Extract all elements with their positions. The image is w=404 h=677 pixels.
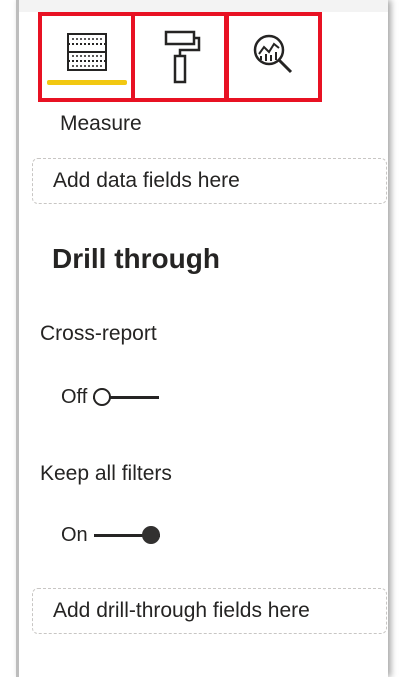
drill-through-heading: Drill through: [52, 243, 220, 274]
cross-report-label: Cross-report: [40, 322, 157, 345]
toggle-knob: [141, 526, 160, 544]
keep-all-filters-label: Keep all filters: [40, 462, 172, 485]
tab-format[interactable]: [131, 12, 228, 102]
data-fields-dropzone[interactable]: Add data fields here: [32, 158, 387, 204]
tab-analytics[interactable]: [225, 12, 322, 102]
tab-fields[interactable]: [38, 12, 135, 102]
cross-report-state: Off: [61, 385, 88, 408]
pane-top-strip: [19, 0, 388, 12]
fields-well-icon: [66, 33, 107, 71]
cross-report-toggle[interactable]: Off: [61, 384, 160, 410]
measure-label: Measure: [60, 112, 142, 135]
keep-all-filters-toggle[interactable]: On: [61, 522, 160, 548]
selected-tab-underline: [47, 80, 127, 85]
paint-roller-icon: [164, 30, 200, 84]
toggle-knob: [93, 388, 112, 406]
keep-all-filters-state: On: [61, 523, 88, 546]
analytics-magnifier-icon: [253, 34, 292, 74]
drill-through-fields-dropzone[interactable]: Add drill-through fields here: [32, 588, 387, 634]
toggle-switch[interactable]: [93, 387, 160, 407]
toggle-switch[interactable]: [93, 525, 160, 545]
